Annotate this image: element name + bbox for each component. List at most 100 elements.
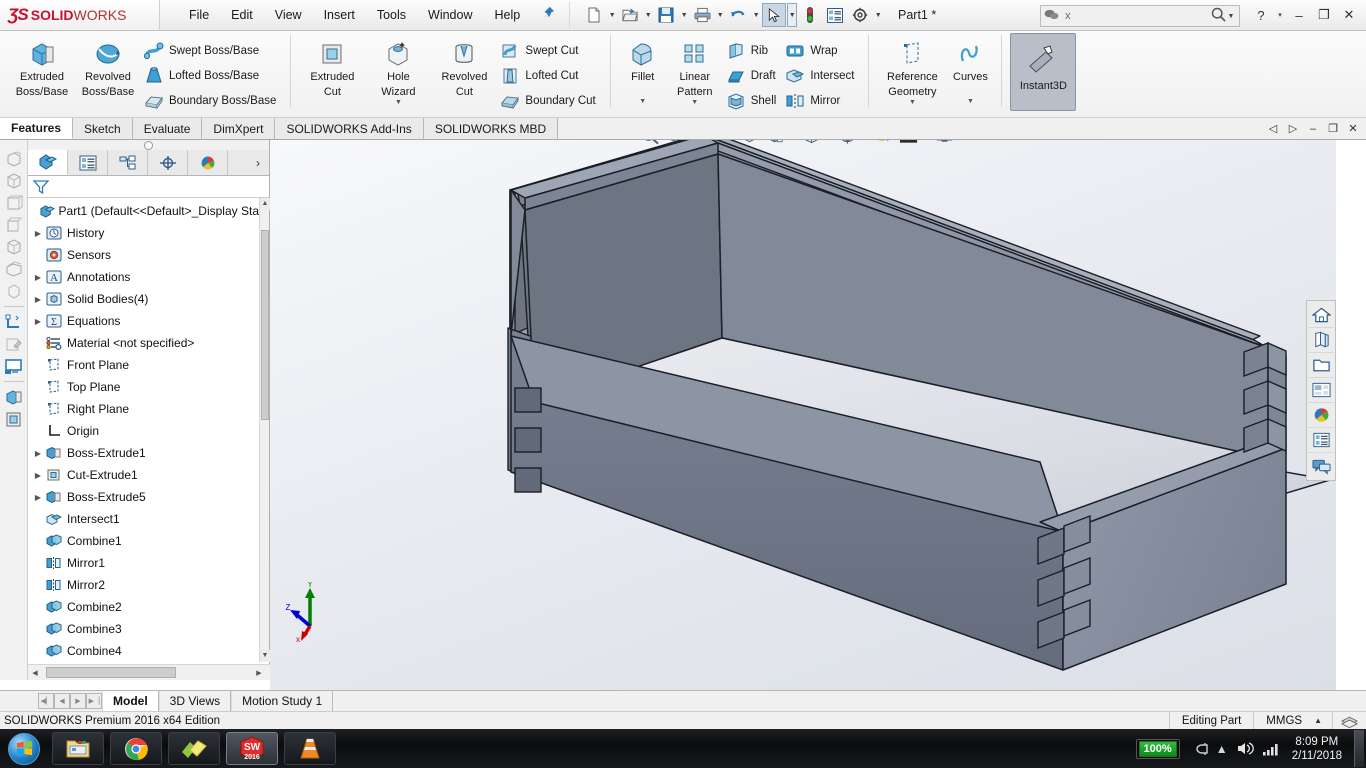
settings-dropdown[interactable]: ▼ xyxy=(873,12,883,19)
tree-item-combine1[interactable]: Combine1 xyxy=(28,530,259,552)
file-explorer-icon[interactable] xyxy=(1308,353,1334,378)
settings-gear-icon[interactable] xyxy=(848,3,872,27)
hscroll-thumb[interactable] xyxy=(46,667,176,678)
boundary-cut-button[interactable]: Boundary Cut xyxy=(497,88,601,113)
wrap-button[interactable]: Wrap xyxy=(782,38,860,63)
tree-item-mirror2[interactable]: Mirror2 xyxy=(28,574,259,596)
expand-arrow-history[interactable]: ▶ xyxy=(32,229,44,238)
lofted-boss-base-button[interactable]: Lofted Boss/Base xyxy=(141,63,282,88)
tree-item-combine4[interactable]: Combine4 xyxy=(28,640,259,662)
print3d-icon[interactable] xyxy=(2,280,26,302)
signal-bars-icon[interactable] xyxy=(1258,729,1284,768)
panel-collapse-right-icon[interactable]: ▷ xyxy=(1284,120,1302,138)
linear-pattern-button[interactable]: Linear Pattern ▼ xyxy=(667,33,723,106)
bottom-tab-3d-views[interactable]: 3D Views xyxy=(158,691,232,711)
bottom-tab-model[interactable]: Model xyxy=(102,691,159,711)
forum-icon[interactable] xyxy=(1308,453,1334,478)
extruded-boss-small-icon[interactable] xyxy=(2,386,26,408)
make-drawing-icon[interactable] xyxy=(2,192,26,214)
extruded-cut-small-icon[interactable] xyxy=(2,408,26,430)
help-dropdown[interactable]: ▾ xyxy=(1275,11,1285,19)
pack-go-icon[interactable] xyxy=(2,258,26,280)
doc-close-icon[interactable]: ✕ xyxy=(1344,120,1362,138)
appearances-sphere-icon[interactable] xyxy=(1308,403,1334,428)
tree-item-annotations[interactable]: ▶ A Annotations xyxy=(28,266,259,288)
scroll-thumb[interactable] xyxy=(261,230,269,420)
undo-icon[interactable] xyxy=(726,3,750,27)
show-hidden-icons-icon[interactable]: ▲ xyxy=(1212,729,1232,768)
view-palette-icon[interactable] xyxy=(1308,378,1334,403)
nav-last-button[interactable]: ▶▕ xyxy=(86,693,102,709)
nav-prev-button[interactable]: ◀ xyxy=(54,693,70,709)
scroll-down-arrow[interactable]: ▼ xyxy=(260,650,270,662)
panel-resize-handle[interactable] xyxy=(28,140,269,150)
tree-item-history[interactable]: ▶ History xyxy=(28,222,259,244)
menu-view[interactable]: View xyxy=(264,4,313,26)
close-button[interactable]: ✕ xyxy=(1338,4,1360,26)
undo-dropdown[interactable]: ▼ xyxy=(751,12,761,19)
new-document-icon[interactable] xyxy=(582,3,606,27)
rebuild-icon[interactable] xyxy=(798,3,822,27)
tree-item-boss-extrude5[interactable]: ▶ Boss-Extrude5 xyxy=(28,486,259,508)
model-box-with-finger-joints[interactable] xyxy=(270,140,1336,690)
search-dropdown[interactable]: ▼ xyxy=(1226,13,1236,20)
options-list-icon[interactable] xyxy=(823,3,847,27)
expand-panel-icon[interactable]: › xyxy=(247,150,269,175)
make-assembly-icon[interactable] xyxy=(2,214,26,236)
tab-dimxpert[interactable]: DimXpert xyxy=(202,118,276,139)
save-dropdown[interactable]: ▼ xyxy=(679,12,689,19)
show-desktop-button[interactable] xyxy=(1354,730,1364,767)
restore-button[interactable]: ❐ xyxy=(1313,4,1335,26)
menu-window[interactable]: Window xyxy=(417,4,483,26)
revolved-boss-base-button[interactable]: Revolved Boss/Base xyxy=(75,33,141,98)
hole-wizard-dropdown[interactable]: ▼ xyxy=(395,99,402,106)
tab-solidworks-mbd[interactable]: SOLIDWORKS MBD xyxy=(423,118,559,139)
print-icon[interactable] xyxy=(690,3,714,27)
new-document-dropdown[interactable]: ▼ xyxy=(607,12,617,19)
expand-arrow-solid-bodies[interactable]: ▶ xyxy=(32,295,44,304)
custom-properties-icon[interactable] xyxy=(1308,428,1334,453)
tree-item-solid-bodies[interactable]: ▶ Solid Bodies(4) xyxy=(28,288,259,310)
scroll-up-arrow[interactable]: ▲ xyxy=(260,198,270,210)
menu-file[interactable]: File xyxy=(178,4,220,26)
save-icon[interactable] xyxy=(654,3,678,27)
overlay-layers-icon[interactable] xyxy=(1332,712,1366,729)
status-units[interactable]: MMGS xyxy=(1253,712,1314,729)
rib-button[interactable]: Rib xyxy=(723,38,783,63)
reference-geometry-button[interactable]: Reference Geometry ▼ xyxy=(877,33,947,106)
display-manager-tab[interactable] xyxy=(188,150,228,175)
library-icon[interactable] xyxy=(1308,328,1334,353)
extruded-cut-button[interactable]: Extruded Cut xyxy=(299,33,365,98)
graphics-viewport[interactable]: ▼ ▼ ▼ ▼ ▼ xyxy=(270,140,1336,690)
solidworks-2016-taskbar-icon[interactable]: SW 2016 xyxy=(226,732,278,765)
scroll-right-arrow[interactable]: ▶ xyxy=(252,669,266,677)
tree-item-intersect1[interactable]: Intersect1 xyxy=(28,508,259,530)
home-icon[interactable] xyxy=(1308,303,1334,328)
print-dropdown[interactable]: ▼ xyxy=(715,12,725,19)
mirror-button[interactable]: Mirror xyxy=(782,88,860,113)
bottom-tab-motion-study-1[interactable]: Motion Study 1 xyxy=(231,691,334,711)
file-explorer-taskbar-icon[interactable] xyxy=(52,732,104,765)
speaker-icon[interactable] xyxy=(1232,729,1258,768)
pushpin-icon[interactable] xyxy=(541,6,555,24)
tree-item-equations[interactable]: ▶ Σ Equations xyxy=(28,310,259,332)
menu-tools[interactable]: Tools xyxy=(366,4,417,26)
feature-tree-filter[interactable] xyxy=(28,176,269,198)
extruded-boss-base-button[interactable]: Extruded Boss/Base xyxy=(9,33,75,98)
tree-item-cut-extrude1[interactable]: ▶ Cut-Extrude1 xyxy=(28,464,259,486)
save-as-icon[interactable] xyxy=(2,236,26,258)
menu-help[interactable]: Help xyxy=(484,4,532,26)
tree-item-top-plane[interactable]: Top Plane xyxy=(28,376,259,398)
expand-arrow-equations[interactable]: ▶ xyxy=(32,317,44,326)
feature-tree-horizontal-scrollbar[interactable]: ◀ ▶ xyxy=(28,664,270,680)
tab-sketch[interactable]: Sketch xyxy=(73,118,133,139)
reference-geometry-dropdown[interactable]: ▼ xyxy=(909,99,916,106)
fillet-button[interactable]: Fillet ▼ xyxy=(619,33,667,105)
battery-indicator[interactable]: 100% xyxy=(1135,738,1180,759)
open-document-dropdown[interactable]: ▼ xyxy=(643,12,653,19)
menu-insert[interactable]: Insert xyxy=(313,4,366,26)
expand-arrow-annotations[interactable]: ▶ xyxy=(32,273,44,282)
minimize-button[interactable]: – xyxy=(1288,4,1310,26)
windows-start-orb[interactable] xyxy=(2,732,46,766)
tab-solidworks-add-ins[interactable]: SOLIDWORKS Add-Ins xyxy=(275,118,424,139)
